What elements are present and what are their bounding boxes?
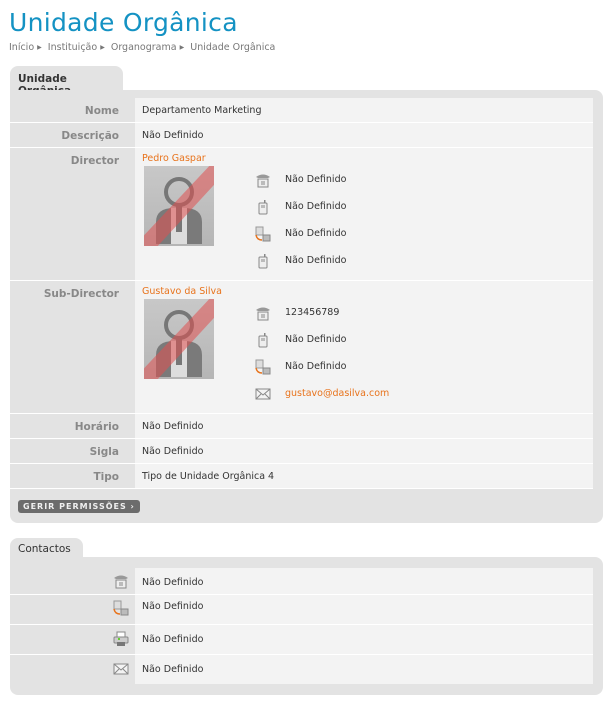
value: Tipo de Unidade Orgânica 4 [135,464,593,488]
mobile-icon [255,199,271,215]
row-tipo: Tipo Tipo de Unidade Orgânica 4 [10,464,593,489]
email-link[interactable]: gustavo@dasilva.com [285,388,389,399]
label: Nome [84,105,119,117]
row-descricao: Descrição Não Definido [10,123,593,148]
no-photo-icon [144,166,214,246]
contact-fax: Não Definido [255,226,555,242]
email-icon [113,661,129,677]
phone-fax-icon [255,226,271,242]
unit-tab: Unidade Orgânica [10,66,123,97]
breadcrumb-item[interactable]: Instituição [48,42,97,53]
contact-email: gustavo@dasilva.com [255,386,555,402]
contact-mobile: Não Definido [255,253,555,269]
breadcrumb-item: Unidade Orgânica [190,42,276,53]
row-nome: Nome Departamento Marketing [10,98,593,123]
subdirector-name-link[interactable]: Gustavo da Silva [142,286,222,297]
phone-icon [255,305,271,321]
contact-row: Não Definido [10,595,593,625]
value: Não Definido [135,414,593,438]
printer-fax-icon [113,631,129,647]
value: Departamento Marketing [135,98,593,122]
label: Tipo [93,471,120,483]
director-name-link[interactable]: Pedro Gaspar [142,153,206,164]
director-photo [144,166,214,246]
phone-icon [255,172,271,188]
contact-phone: Não Definido [255,172,555,188]
contacts-panel: Não Definido Não Definido Não Definido N… [10,557,603,695]
unit-panel: Nome Departamento Marketing Descrição Não … [10,90,603,523]
label: Sigla [89,446,119,458]
contact-mobile: Não Definido [255,332,555,348]
value: Não Definido [135,439,593,463]
mobile-icon [255,332,271,348]
label: Horário [74,421,119,433]
contact-row: Não Definido [10,568,593,595]
phone-fax-icon [113,600,129,616]
email-icon [255,386,271,402]
row-horario: Horário Não Definido [10,414,593,439]
label: Director [70,155,119,167]
contacts-tab: Contactos [10,538,83,558]
contact-phone: 123456789 [255,305,555,321]
contact-row: Não Definido [10,655,593,684]
no-photo-icon [144,299,214,379]
phone-fax-icon [255,359,271,375]
breadcrumb: Início ▶ Instituição ▶ Organograma ▶ Unidad… [9,42,276,53]
label: Descrição [61,130,119,142]
phone-icon [113,573,129,589]
manage-permissions-button[interactable]: GERIR PERMISSÕES › [18,500,140,513]
label: Sub-Director [43,288,119,300]
page-title: Unidade Orgânica [9,8,238,37]
contact-row: Não Definido [10,625,593,655]
mobile-icon [255,253,271,269]
breadcrumb-item[interactable]: Início [9,42,34,53]
breadcrumb-item[interactable]: Organograma [111,42,177,53]
value: Não Definido [135,123,593,147]
row-sigla: Sigla Não Definido [10,439,593,464]
contact-fax: Não Definido [255,359,555,375]
row-subdirector: Sub-Director Gustavo da Silva 123456789 … [10,281,593,414]
subdirector-photo [144,299,214,379]
row-director: Director Pedro Gaspar Não Definido Não D… [10,148,593,281]
contact-mobile: Não Definido [255,199,555,215]
